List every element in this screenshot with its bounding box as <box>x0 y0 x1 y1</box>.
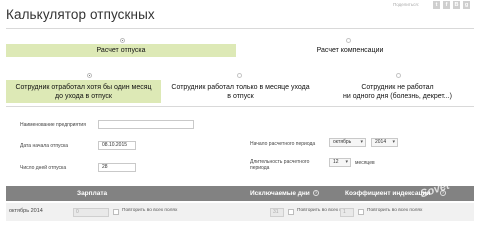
start-date-label: Дата начала отпуска <box>20 143 69 149</box>
duration-label: Длительность расчетного периода <box>250 159 310 171</box>
option-worked-leave-month[interactable]: Сотрудник работал только в месяце ухода … <box>163 80 318 103</box>
option-not-worked[interactable]: Сотрудник не работал ни одного дня (боле… <box>320 80 475 103</box>
facebook-icon[interactable]: f <box>443 1 450 9</box>
days-input[interactable]: 28 <box>98 163 136 172</box>
divider <box>6 106 474 107</box>
period-month-select[interactable]: октябрь ▾ <box>329 138 366 147</box>
google-plus-icon[interactable]: g <box>463 1 470 9</box>
option-line: Сотрудник не работал <box>361 84 434 91</box>
chevron-down-icon: ▾ <box>392 139 395 145</box>
days-label: Число дней отпуска <box>20 165 67 171</box>
company-input[interactable] <box>98 120 194 129</box>
indexation-header: Коэффициент индексации <box>345 190 431 197</box>
option-line: до ухода в отпуск <box>55 93 112 100</box>
duration-value: 12 <box>333 159 339 165</box>
radio-compensation[interactable] <box>346 38 351 43</box>
tab-compensation-calc[interactable]: Расчет компенсации <box>240 44 460 57</box>
radio-not-worked[interactable] <box>396 73 401 78</box>
option-line: в отпуск <box>227 93 254 100</box>
duration-select[interactable]: 12 ▾ <box>329 158 351 167</box>
start-date-input[interactable]: 08.10.2015 <box>98 141 136 150</box>
radio-vacation[interactable] <box>120 38 125 43</box>
tab-vacation-calc[interactable]: Расчет отпуска <box>6 44 236 57</box>
salary-input[interactable]: 0 <box>73 208 109 217</box>
radio-worked-leave-month[interactable] <box>237 73 242 78</box>
chevron-down-icon: ▾ <box>360 139 363 145</box>
twitter-icon[interactable]: t <box>433 1 440 9</box>
repeat-coef-label: Повторить во всех полях <box>367 208 423 213</box>
duration-unit: месяцев <box>355 160 375 166</box>
page-title: Калькулятор отпускных <box>6 7 155 22</box>
share-label: Поделиться: <box>393 2 420 7</box>
salary-header: Зарплата <box>77 190 108 197</box>
period-start-label: Начало расчетного периода <box>250 141 316 147</box>
repeat-salary-label: Повторить во всех полях <box>122 208 178 213</box>
repeat-coef-checkbox[interactable] <box>358 209 364 215</box>
option-line: Сотрудник отработал хотя бы один месяц <box>15 84 152 91</box>
row-month: октябрь 2014 <box>9 208 43 214</box>
repeat-salary-checkbox[interactable] <box>113 209 119 215</box>
option-worked-month[interactable]: Сотрудник отработал хотя бы один месяц д… <box>6 80 161 103</box>
excluded-days-header: Исключаемые дни <box>250 190 310 197</box>
vk-icon[interactable]: B <box>453 1 460 9</box>
period-month-value: октябрь <box>333 139 352 145</box>
company-label: Наименование предприятия <box>20 122 86 128</box>
divider <box>6 28 474 29</box>
chevron-down-icon: ▾ <box>345 159 348 165</box>
period-year-value: 2014 <box>375 139 387 145</box>
coef-input[interactable]: 1 <box>340 208 354 217</box>
radio-worked-month[interactable] <box>87 73 92 78</box>
option-line: Сотрудник работал только в месяце ухода <box>171 84 310 91</box>
option-line: ни одного дня (болезнь, декрет...) <box>343 93 452 100</box>
excluded-days-input[interactable]: 31 <box>270 208 284 217</box>
period-year-select[interactable]: 2014 ▾ <box>371 138 398 147</box>
repeat-excluded-checkbox[interactable] <box>288 209 294 215</box>
question-icon[interactable]: ? <box>313 190 319 196</box>
